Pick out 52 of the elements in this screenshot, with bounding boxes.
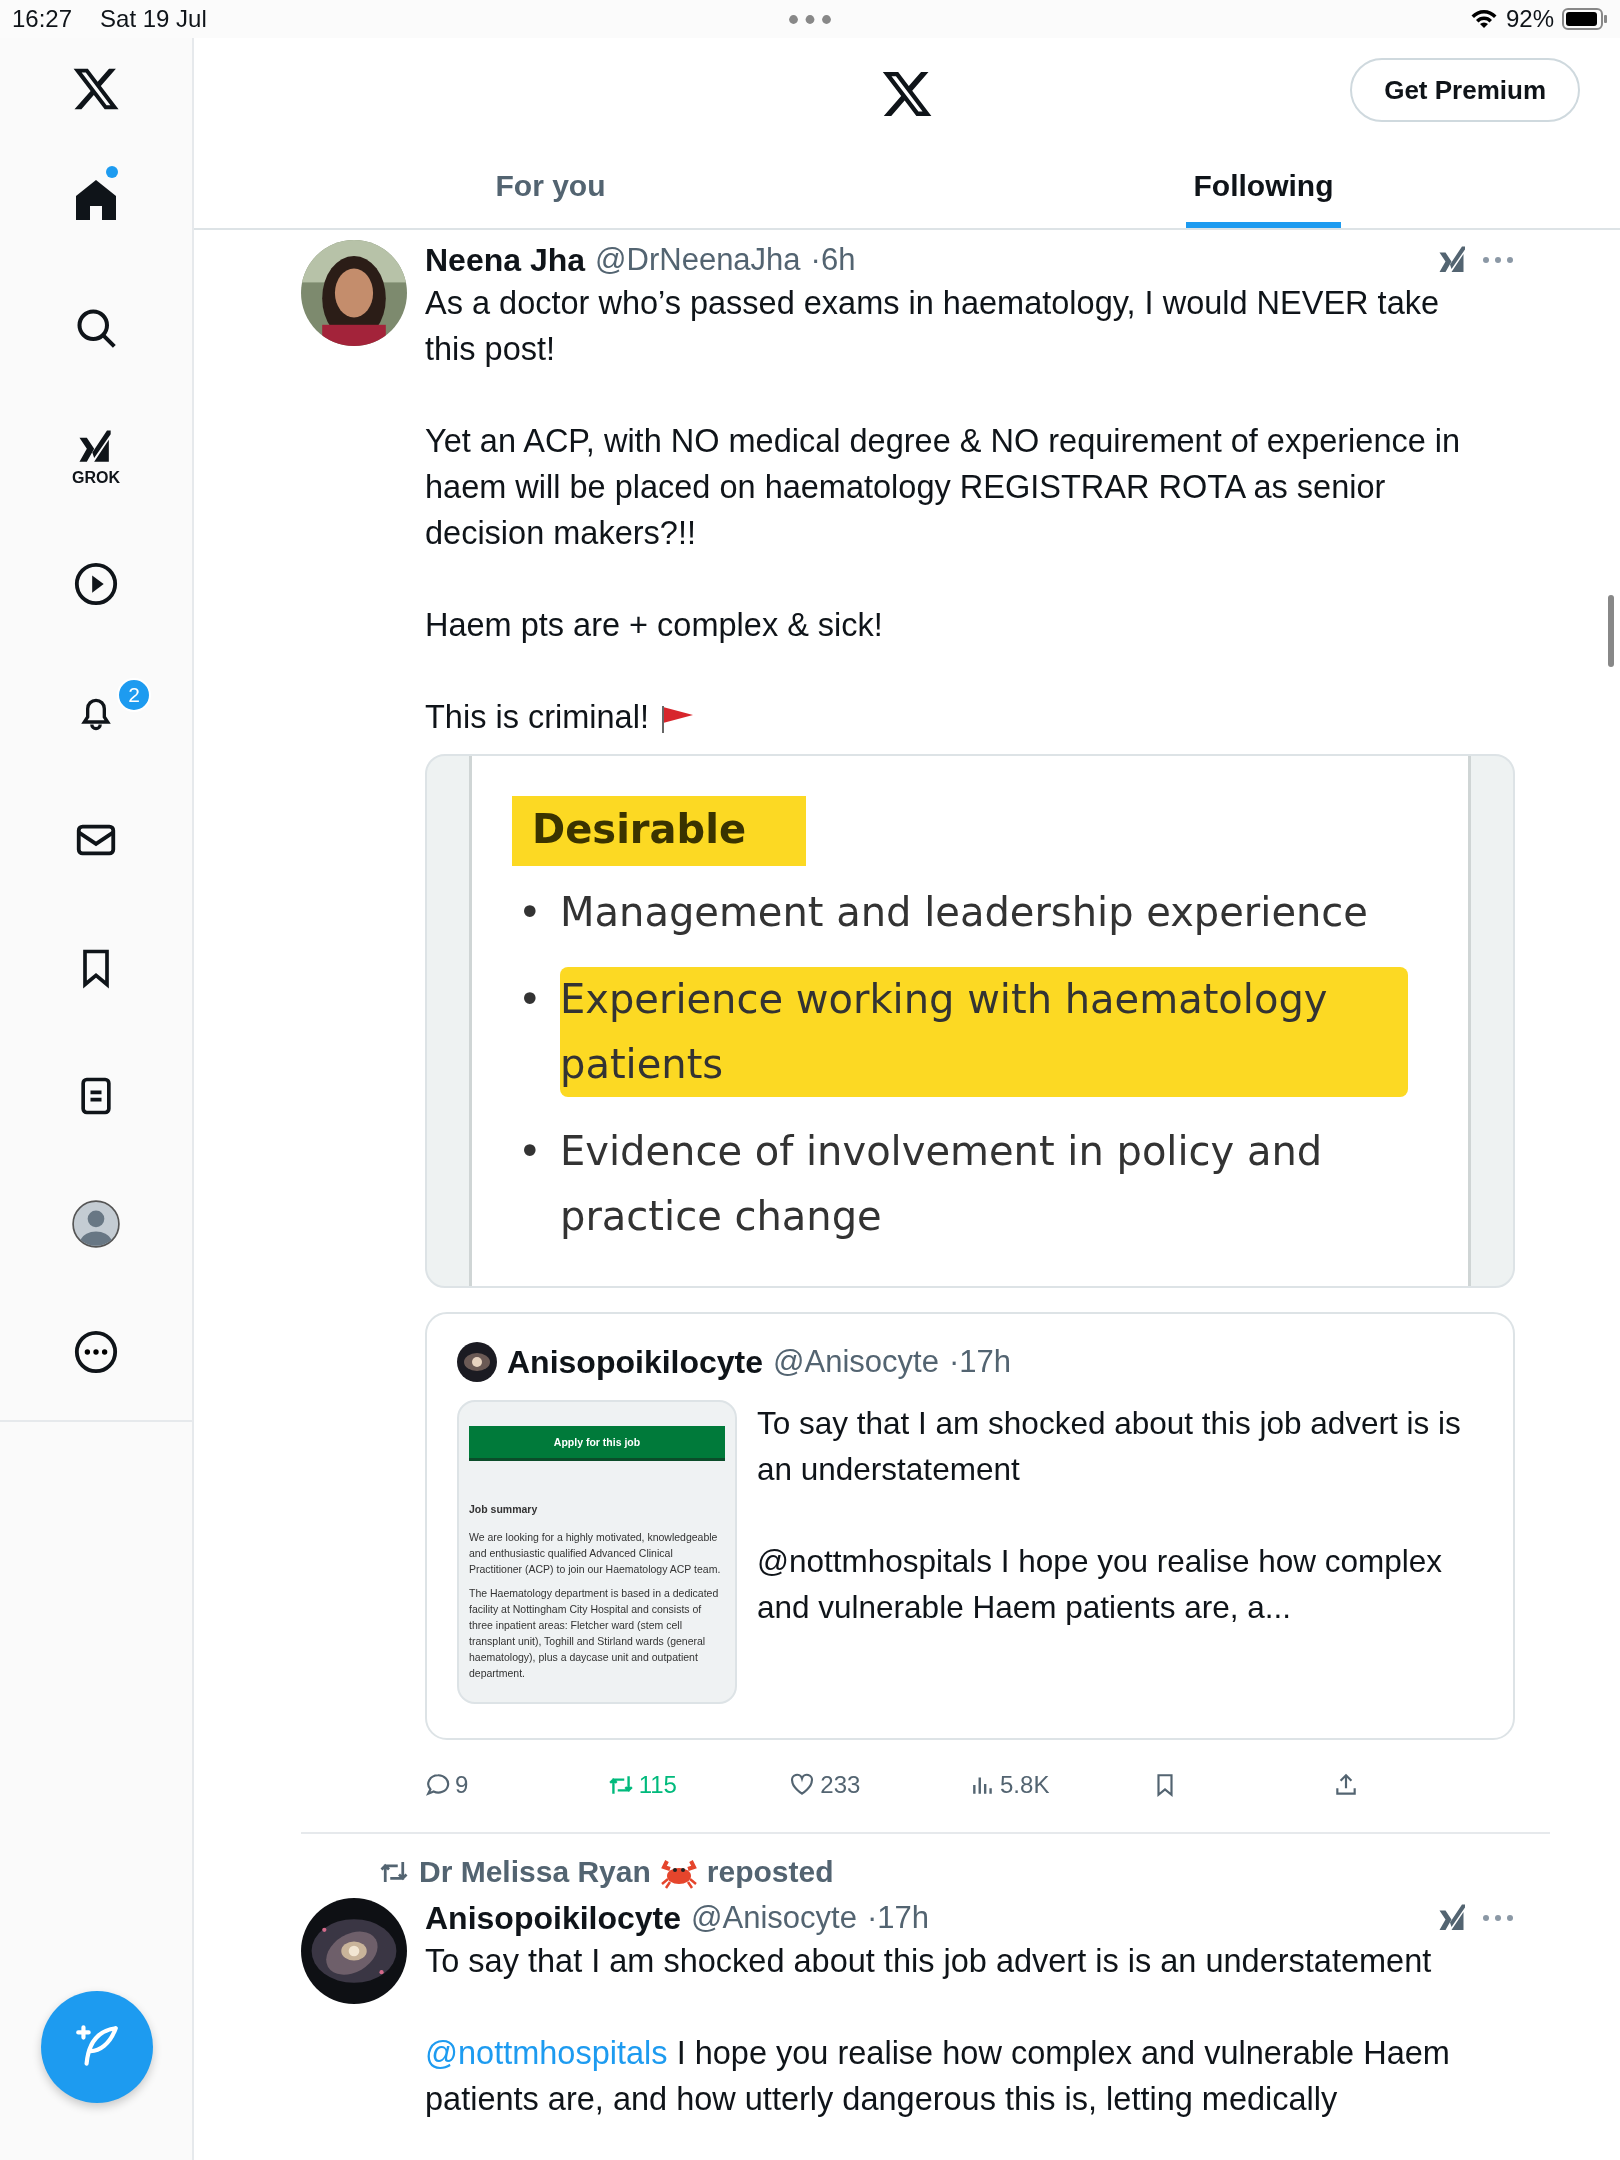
feed-tab[interactable]: For you	[487, 150, 614, 228]
status-date: Sat 19 Jul	[100, 5, 207, 33]
reply-button[interactable]: 9	[425, 1771, 469, 1799]
feed-tab[interactable]: Following	[1185, 150, 1342, 228]
post-text: This is criminal!	[425, 694, 1493, 740]
post-time: ·6h	[810, 242, 856, 278]
repost-label: reposted	[706, 1855, 834, 1889]
document-heading: Desirable	[512, 796, 807, 866]
document-bullet: Management and leadership experience	[560, 888, 1368, 937]
post-text: @nottmhospitals I hope you realise how complex and vulnerable Haem patients are, and how utterly dangerous this is, letting medically	[425, 2034, 1451, 2119]
get-premium-button[interactable]: Get Premium	[1350, 58, 1580, 122]
compose-button[interactable]	[41, 1991, 153, 2103]
bullet-marker: •	[518, 888, 543, 937]
wifi-icon	[1469, 8, 1498, 30]
apply-button: Apply for this job	[469, 1426, 725, 1461]
battery-icon	[1562, 8, 1608, 30]
scroll-indicator	[1608, 595, 1614, 667]
notification-badge: 2	[117, 678, 151, 712]
job-summary-text: The Haematology department is based in a dedicated facility at Nottingham City Hospital and consists of three inpatient areas: Fletcher ward (stem cell transplant unit), Toghill and Stirland wards (general haematology), plus a daycase unit and outpatient department.	[469, 1586, 720, 1681]
bullet-marker: •	[518, 975, 543, 1024]
avatar-icon[interactable]	[71, 1199, 121, 1249]
job-summary-text: We are looking for a highly motivated, knowledgeable and enthusiastic qualified Advanced Clinical Practitioner (ACP) to join our Haematology ACP team.	[469, 1530, 722, 1577]
author-name[interactable]: Neena Jha	[425, 241, 586, 279]
author-handle[interactable]: @Anisocyte	[773, 1344, 939, 1380]
bullet-marker: •	[518, 1127, 543, 1176]
multitasking-icon[interactable]	[788, 14, 832, 25]
author-handle[interactable]: @DrNeenaJha	[595, 242, 801, 278]
quoted-post[interactable]	[425, 1312, 1515, 1740]
grok-button[interactable]: GROK	[72, 425, 120, 487]
reposter-name[interactable]: Dr Melissa Ryan	[419, 1855, 651, 1889]
post-text: Haem pts are + complex & sick!	[425, 606, 884, 645]
author-name[interactable]: Anisopoikilocyte	[425, 1899, 682, 1937]
job-summary-heading: Job summary	[469, 1502, 539, 1517]
post-text: As a doctor who’s passed exams in haematology, I would NEVER take this post!	[425, 284, 1441, 369]
post-time: ·17h	[866, 1900, 929, 1936]
speech-bubble-icon	[425, 1772, 451, 1798]
battery-percent: 92%	[1505, 5, 1554, 33]
author-name[interactable]: Anisopoikilocyte	[507, 1343, 764, 1381]
post-time: ·17h	[948, 1344, 1011, 1380]
post-text: Yet an ACP, with NO medical degree & NO requirement of experience in haem will be placed on haematology REGISTRAR ROTA as senior decision makers?!!	[425, 422, 1462, 553]
more-icon[interactable]	[73, 1329, 119, 1375]
quoted-text: @nottmhospitals I hope you realise how complex and vulnerable Haem patients are, a...	[757, 1542, 1444, 1627]
document-bullet: Experience working with haematology patients	[560, 967, 1408, 1097]
like-button[interactable]: 233	[788, 1771, 861, 1799]
search-icon[interactable]	[74, 306, 118, 350]
post-text: To say that I am shocked about this job advert is is an understatement	[425, 1942, 1433, 1981]
status-time: 16:27	[12, 5, 73, 33]
views-button[interactable]: 5.8K	[970, 1771, 1050, 1799]
play-icon[interactable]	[73, 561, 119, 607]
author-handle[interactable]: @Anisocyte	[691, 1900, 857, 1936]
document-bullet: Evidence of involvement in policy and practice change	[560, 1127, 1324, 1241]
quoted-text: To say that I am shocked about this job advert is is an understatement	[757, 1404, 1462, 1489]
